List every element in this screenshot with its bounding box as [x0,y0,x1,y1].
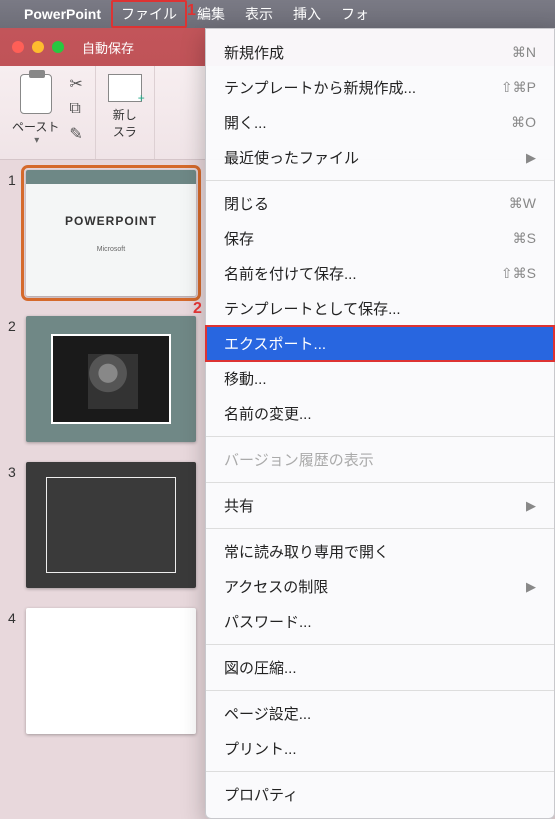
menu-item-label: 常に読み取り専用で開く [224,541,389,562]
menu-item-2[interactable]: 開く... ⌘O [206,105,554,140]
window-controls [12,41,64,53]
menu-file[interactable]: ファイル [111,0,187,28]
menubar: PowerPoint ファイル 編集 表示 挿入 フォ [0,0,555,28]
close-window-icon[interactable] [12,41,24,53]
shortcut-label: ⌘O [511,114,536,131]
menu-item-label: プロパティ [224,784,298,805]
ribbon-clipboard-group: ペースト ▾ ✂ ⧉ ✎ [0,66,96,159]
annotation-2: 2 [193,300,202,318]
shortcut-label: ⇧⌘P [501,79,536,96]
menu-item-label: 移動... [224,368,267,389]
slide1-subtitle: Microsoft [97,246,125,253]
menu-item-8[interactable]: テンプレートとして保存... [206,291,554,326]
ribbon-slides-group: 新し スラ [96,66,155,159]
menu-item-label: 名前を付けて保存... [224,263,357,284]
menu-separator [206,771,554,772]
menu-view[interactable]: 表示 [235,0,283,28]
shortcut-label: ⌘W [509,195,536,212]
shortcut-label: ⌘N [512,44,536,61]
menu-item-label: テンプレートから新規作成... [224,77,416,98]
submenu-arrow-icon: ▶ [526,498,536,514]
thumbnail-row[interactable]: 2 [8,316,202,442]
menu-item-label: 図の圧縮... [224,657,297,678]
menu-item-23[interactable]: ページ設定... [206,696,554,731]
paste-label: ペースト [12,118,59,135]
menu-item-0[interactable]: 新規作成 ⌘N [206,35,554,70]
menu-separator [206,644,554,645]
annotation-1: 1 [187,2,196,20]
menu-item-15[interactable]: 共有 ▶ [206,488,554,523]
menu-item-5[interactable]: 閉じる ⌘W [206,186,554,221]
menu-item-label: アクセスの制限 [224,576,328,597]
menu-item-13: バージョン履歴の表示 [206,442,554,477]
menu-item-label: 新規作成 [224,42,284,63]
menu-separator [206,482,554,483]
menu-item-21[interactable]: 図の圧縮... [206,650,554,685]
menu-item-label: パスワード... [224,611,312,632]
shortcut-label: ⇧⌘S [501,265,536,282]
cut-icon[interactable]: ✂ [69,74,82,94]
submenu-arrow-icon: ▶ [526,579,536,595]
menu-item-label: 開く... [224,112,267,133]
menu-item-3[interactable]: 最近使ったファイル ▶ [206,140,554,175]
menu-item-10[interactable]: 移動... [206,361,554,396]
slide-thumbnail-1[interactable]: POWERPOINT Microsoft [26,170,196,296]
app-name[interactable]: PowerPoint [24,6,101,22]
menu-item-label: 最近使ったファイル [224,147,359,168]
menu-item-19[interactable]: パスワード... [206,604,554,639]
menu-item-18[interactable]: アクセスの制限 ▶ [206,569,554,604]
menu-item-24[interactable]: プリント... [206,731,554,766]
menu-item-6[interactable]: 保存 ⌘S [206,221,554,256]
new-slide-label: 新し スラ [113,106,137,140]
slide-number: 3 [8,462,26,480]
copy-icon[interactable]: ⧉ [69,100,82,118]
menu-item-label: バージョン履歴の表示 [224,449,374,470]
menu-format[interactable]: フォ [331,0,379,28]
paste-dropdown-icon[interactable]: ▾ [34,135,39,146]
slide-thumbnail-3[interactable] [26,462,196,588]
menu-item-label: プリント... [224,738,297,759]
fullscreen-window-icon[interactable] [52,41,64,53]
autosave-label: 自動保存 [82,38,134,57]
menu-item-7[interactable]: 名前を付けて保存... ⇧⌘S [206,256,554,291]
menu-item-1[interactable]: テンプレートから新規作成... ⇧⌘P [206,70,554,105]
slide-number: 4 [8,608,26,626]
menu-item-11[interactable]: 名前の変更... [206,396,554,431]
menu-item-label: テンプレートとして保存... [224,298,401,319]
menu-insert[interactable]: 挿入 [283,0,331,28]
menu-item-label: ページ設定... [224,703,311,724]
menu-separator [206,180,554,181]
menu-item-label: 名前の変更... [224,403,312,424]
menu-item-label: 保存 [224,228,254,249]
menu-item-17[interactable]: 常に読み取り専用で開く [206,534,554,569]
menu-separator [206,528,554,529]
menu-item-label: 共有 [224,495,254,516]
menu-item-26[interactable]: プロパティ [206,777,554,812]
menu-separator [206,436,554,437]
menu-item-9[interactable]: エクスポート... [206,326,554,361]
thumbnail-row[interactable]: 4 [8,608,202,734]
thumbnail-row[interactable]: 3 [8,462,202,588]
slide-number: 1 [8,170,26,188]
menu-separator [206,690,554,691]
thumbnail-row[interactable]: 1 POWERPOINT Microsoft [8,170,202,296]
slide-thumbnails: 1 POWERPOINT Microsoft 2 3 4 [0,160,210,800]
slide1-title: POWERPOINT [65,214,157,228]
slide-thumbnail-4[interactable] [26,608,196,734]
menu-item-label: エクスポート... [224,333,326,354]
file-menu-dropdown: 新規作成 ⌘N テンプレートから新規作成... ⇧⌘P 開く... ⌘O 最近使ったファイル… [205,28,555,819]
slide-thumbnail-2[interactable] [26,316,196,442]
paste-icon[interactable] [20,74,52,114]
submenu-arrow-icon: ▶ [526,150,536,166]
new-slide-icon[interactable] [108,74,142,102]
minimize-window-icon[interactable] [32,41,44,53]
cat-image-icon [88,354,138,409]
menu-item-label: 閉じる [224,193,269,214]
slide-number: 2 [8,316,26,334]
shortcut-label: ⌘S [513,230,536,247]
format-painter-icon[interactable]: ✎ [69,124,82,144]
